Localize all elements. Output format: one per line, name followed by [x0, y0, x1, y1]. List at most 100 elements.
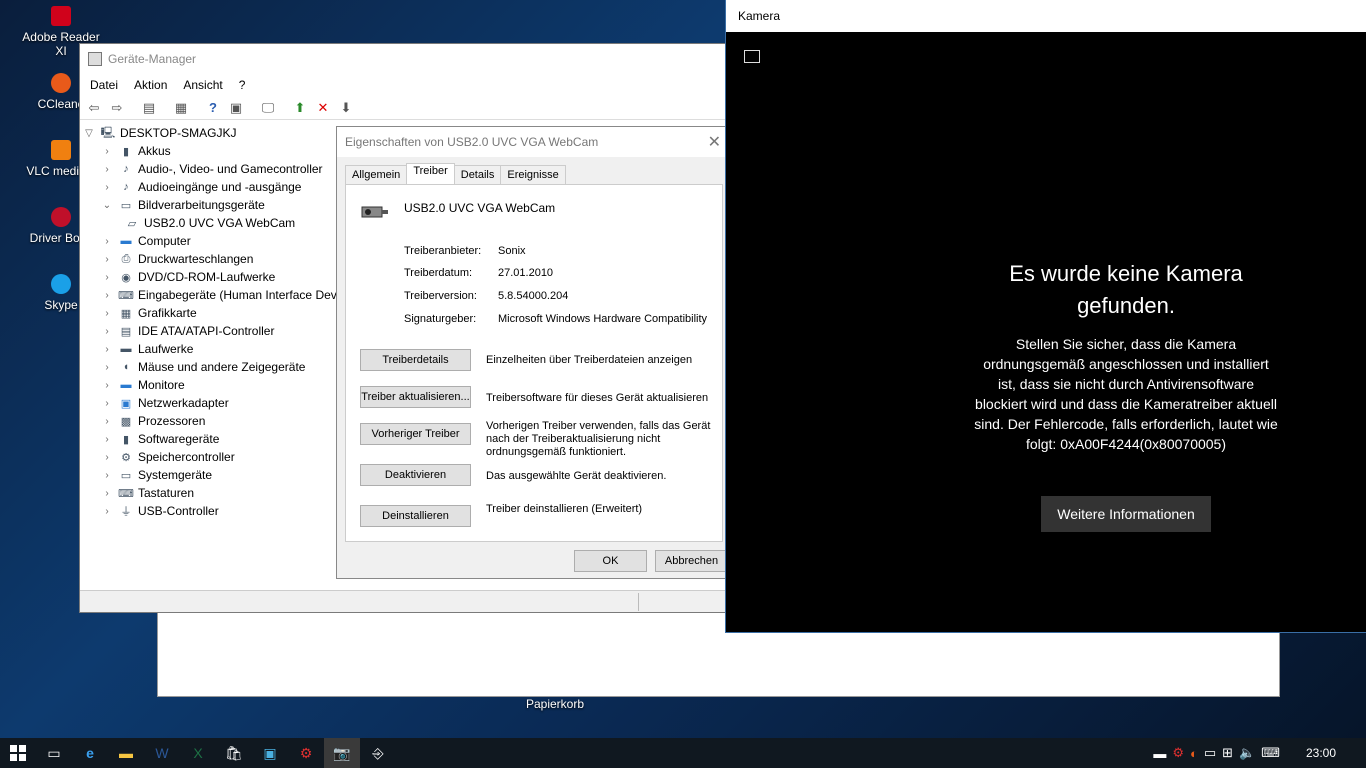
- dialog-title: Eigenschaften von USB2.0 UVC VGA WebCam: [345, 135, 599, 149]
- tree-item-graphics[interactable]: › ▦ Grafikkarte: [82, 304, 338, 322]
- rollback-driver-button[interactable]: Vorheriger Treiber: [360, 423, 471, 445]
- cancel-button[interactable]: Abbrechen: [655, 550, 728, 572]
- tray-ccleaner-icon[interactable]: ◐: [1190, 746, 1198, 761]
- download-icon[interactable]: ⬇: [336, 99, 356, 117]
- tree-item-processors[interactable]: › ▩ Prozessoren: [82, 412, 338, 430]
- tree-item-akkus[interactable]: › ▮ Akkus: [82, 142, 338, 160]
- tree-item-usb[interactable]: › ⏚ USB-Controller: [82, 502, 338, 520]
- tab-treiber[interactable]: Treiber: [406, 163, 455, 184]
- expand-chevron-icon[interactable]: ›: [100, 380, 114, 391]
- task-view-icon[interactable]: ▭: [36, 738, 72, 768]
- driver-booster-taskbar-icon[interactable]: ⚙: [288, 738, 324, 768]
- more-info-button[interactable]: Weitere Informationen: [1041, 496, 1211, 532]
- tree-item-audio-video[interactable]: › ♪ Audio-, Video- und Gamecontroller: [82, 160, 338, 178]
- expand-chevron-icon[interactable]: ›: [100, 164, 114, 175]
- tree-item-network[interactable]: › ▣ Netzwerkadapter: [82, 394, 338, 412]
- expand-chevron-icon[interactable]: ›: [100, 506, 114, 517]
- expand-chevron-icon[interactable]: ›: [100, 344, 114, 355]
- tray-device-icon[interactable]: ▬: [1153, 746, 1166, 761]
- file-explorer-icon[interactable]: ▬: [108, 738, 144, 768]
- tree-item-monitors[interactable]: › ▬ Monitore: [82, 376, 338, 394]
- tree-item-label: Audio-, Video- und Gamecontroller: [138, 162, 323, 176]
- usb-device-icon[interactable]: ⎆: [360, 738, 396, 768]
- store-icon[interactable]: 🛍: [216, 738, 252, 768]
- expand-chevron-icon[interactable]: ›: [100, 326, 114, 337]
- tab-allgemein[interactable]: Allgemein: [345, 165, 408, 184]
- update-driver-button[interactable]: Treiber aktualisieren...: [360, 386, 471, 408]
- expand-chevron-icon[interactable]: ›: [100, 146, 114, 157]
- tree-root[interactable]: ▽ 🖳 DESKTOP-SMAGJKJ: [82, 124, 338, 142]
- menu-help[interactable]: ?: [239, 78, 246, 92]
- clock[interactable]: 23:00: [1286, 746, 1356, 760]
- tab-ereignisse[interactable]: Ereignisse: [500, 165, 566, 184]
- driver-details-button[interactable]: Treiberdetails: [360, 349, 471, 371]
- recycle-bin-label[interactable]: Papierkorb: [500, 697, 610, 711]
- forward-arrow-icon[interactable]: ⇨: [107, 99, 127, 117]
- expand-chevron-icon[interactable]: ›: [100, 254, 114, 265]
- expand-chevron-icon[interactable]: ›: [100, 470, 114, 481]
- tree-item-audio-io[interactable]: › ♪ Audioeingänge und -ausgänge: [82, 178, 338, 196]
- expand-chevron-icon[interactable]: ›: [100, 290, 114, 301]
- tray-driver-booster-icon[interactable]: ⚙: [1172, 745, 1184, 761]
- status-bar: [80, 590, 728, 612]
- camera-app-taskbar-icon[interactable]: 📷: [324, 738, 360, 768]
- tree-item-drives[interactable]: › ▬ Laufwerke: [82, 340, 338, 358]
- expand-chevron-icon[interactable]: ›: [100, 236, 114, 247]
- tab-details[interactable]: Details: [453, 165, 502, 184]
- uninstall-x-icon[interactable]: ✕: [313, 99, 333, 117]
- update-driver-icon[interactable]: ⬆: [290, 99, 310, 117]
- tree-item-system[interactable]: › ▭ Systemgeräte: [82, 466, 338, 484]
- remote-desktop-icon[interactable]: ▣: [252, 738, 288, 768]
- help-icon[interactable]: ?: [203, 99, 223, 117]
- menu-aktion[interactable]: Aktion: [134, 78, 167, 92]
- expand-chevron-icon[interactable]: ›: [100, 182, 114, 193]
- uninstall-button[interactable]: Deinstallieren: [360, 505, 471, 527]
- close-icon[interactable]: ✕: [708, 132, 721, 152]
- expand-chevron-icon[interactable]: ›: [100, 272, 114, 283]
- expand-chevron-icon[interactable]: ›: [100, 416, 114, 427]
- properties-titlebar[interactable]: Eigenschaften von USB2.0 UVC VGA WebCam: [337, 127, 727, 157]
- excel-icon[interactable]: X: [180, 738, 216, 768]
- camera-titlebar[interactable]: Kamera: [726, 0, 1366, 32]
- device-manager-titlebar[interactable]: Geräte-Manager: [80, 44, 728, 74]
- vlc-icon: [51, 140, 71, 160]
- menu-datei[interactable]: Datei: [90, 78, 118, 92]
- tree-item-ide[interactable]: › ▤ IDE ATA/ATAPI-Controller: [82, 322, 338, 340]
- properties-grid-icon[interactable]: ▤: [139, 99, 159, 117]
- network-icon[interactable]: ⊞: [1222, 745, 1233, 761]
- tree-item-webcam[interactable]: ▱ USB2.0 UVC VGA WebCam: [82, 214, 338, 232]
- language-icon[interactable]: ⌨: [1261, 745, 1280, 761]
- ok-button[interactable]: OK: [574, 550, 647, 572]
- disable-device-button[interactable]: Deaktivieren: [360, 464, 471, 486]
- volume-icon[interactable]: 🔈: [1239, 745, 1255, 761]
- menu-ansicht[interactable]: Ansicht: [183, 78, 222, 92]
- collapse-chevron-icon[interactable]: ⌄: [100, 200, 114, 211]
- expand-chevron-icon[interactable]: ›: [100, 308, 114, 319]
- tree-item-storage[interactable]: › ⚙ Speichercontroller: [82, 448, 338, 466]
- expand-chevron-icon[interactable]: ›: [100, 362, 114, 373]
- list-icon[interactable]: ▦: [171, 99, 191, 117]
- tree-item-mice[interactable]: › ◖ Mäuse und andere Zeigegeräte: [82, 358, 338, 376]
- photo-gallery-icon[interactable]: [744, 50, 760, 63]
- tree-item-computer[interactable]: › ▬ Computer: [82, 232, 338, 250]
- back-arrow-icon[interactable]: ⇦: [84, 99, 104, 117]
- word-icon[interactable]: W: [144, 738, 180, 768]
- start-windows-icon[interactable]: [0, 738, 36, 768]
- edge-browser-icon[interactable]: e: [72, 738, 108, 768]
- battery-icon[interactable]: ▭: [1204, 745, 1216, 761]
- monitor-scan-icon[interactable]: 🖵: [258, 99, 278, 117]
- tree-item-dvd[interactable]: › ◉ DVD/CD-ROM-Laufwerke: [82, 268, 338, 286]
- collapse-chevron-icon[interactable]: ▽: [82, 128, 96, 139]
- expand-chevron-icon[interactable]: ›: [100, 398, 114, 409]
- view-icon[interactable]: ▣: [226, 99, 246, 117]
- expand-chevron-icon[interactable]: ›: [100, 488, 114, 499]
- tree-item-hid[interactable]: › ⌨ Eingabegeräte (Human Interface Dev: [82, 286, 338, 304]
- tree-item-label: Eingabegeräte (Human Interface Dev: [138, 288, 337, 302]
- tree-item-keyboards[interactable]: › ⌨ Tastaturen: [82, 484, 338, 502]
- expand-chevron-icon[interactable]: ›: [100, 452, 114, 463]
- expand-chevron-icon[interactable]: ›: [100, 434, 114, 445]
- camera-error-heading: Es wurde keine Kamera gefunden.: [1009, 261, 1243, 318]
- tree-item-imaging[interactable]: ⌄ ▭ Bildverarbeitungsgeräte: [82, 196, 338, 214]
- tree-item-print-queues[interactable]: › ⎙ Druckwarteschlangen: [82, 250, 338, 268]
- tree-item-software[interactable]: › ▮ Softwaregeräte: [82, 430, 338, 448]
